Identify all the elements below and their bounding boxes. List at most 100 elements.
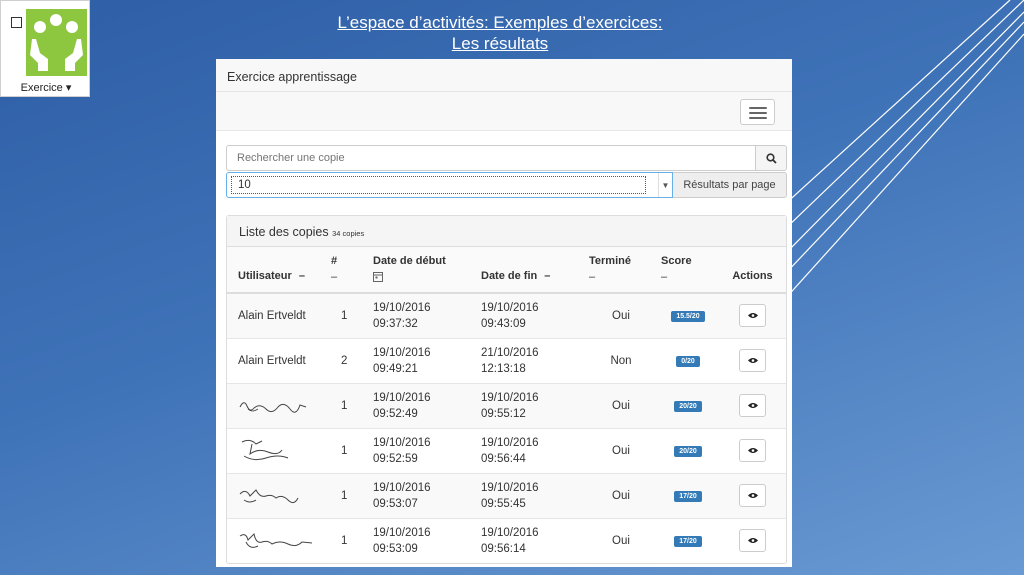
search-button[interactable] [756,145,787,171]
copies-table: Utilisateur – # – Date de début Date de … [227,247,786,563]
cell-num: 1 [327,517,369,563]
app-screenshot-panel: Exercice apprentissage 10 ▼ Résultats pa… [216,59,792,567]
cell-user: Alain Ertveldt [227,337,327,383]
page-size-value: 10 [231,176,646,194]
copies-list-panel: Liste des copies 34 copies Utilisateur –… [226,215,787,564]
hamburger-menu-icon[interactable] [740,99,775,125]
search-group [226,145,787,171]
panel-header: Exercice apprentissage [216,59,792,92]
cell-user: Alain Ertveldt [227,292,327,338]
col-start[interactable]: Date de début [369,247,477,294]
view-button[interactable] [739,394,766,417]
navbar [216,92,792,131]
cell-num: 1 [327,292,369,338]
view-button[interactable] [739,349,766,372]
eye-icon [747,538,758,544]
col-score-sort: – [661,271,668,283]
col-done-label: Terminé [589,255,631,267]
cell-score: 20/20 [657,427,719,473]
col-num-sort: – [331,271,338,283]
cell-end: 19/10/2016 09:56:44 [477,427,585,473]
eye-icon [747,448,758,453]
col-end[interactable]: Date de fin – [477,247,585,294]
cell-actions [719,427,786,473]
score-badge: 20/20 [674,401,702,412]
eye-icon [747,403,758,408]
col-num[interactable]: # – [327,247,369,294]
view-button[interactable] [739,484,766,507]
slide-title: L’espace d’activités: Exemples d’exercic… [290,12,710,54]
cell-end: 19/10/2016 09:43:09 [477,292,585,338]
cell-num: 1 [327,382,369,428]
cell-done: Oui [585,427,657,473]
cell-user [227,472,327,518]
col-user-label: Utilisateur [238,270,292,282]
checkbox[interactable] [11,17,22,28]
cell-done: Oui [585,472,657,518]
cell-done: Oui [585,292,657,338]
col-done[interactable]: Terminé – [585,247,657,294]
exercice-logo-icon [26,9,87,76]
cell-end: 19/10/2016 09:56:14 [477,517,585,563]
decorative-diagonal-lines [784,0,1024,300]
cell-start: 19/10/2016 09:37:32 [369,292,477,338]
cell-done: Non [585,337,657,383]
col-user[interactable]: Utilisateur – [227,247,327,294]
user-signature-image [239,401,307,413]
table-row: 1 19/10/2016 09:52:59 19/10/2016 09:56:44 … [227,427,786,473]
score-badge: 15.5/20 [671,311,705,323]
cell-end: 21/10/2016 12:13:18 [477,337,585,383]
view-button[interactable] [739,304,766,328]
cell-actions [719,292,786,338]
cell-score: 0/20 [657,337,719,383]
cell-actions [719,337,786,383]
table-row: 1 19/10/2016 09:52:49 19/10/2016 09:55:12 … [227,382,786,428]
score-badge: 17/20 [674,536,702,548]
score-badge: 0/20 [676,356,700,367]
col-actions-label: Actions [732,270,773,282]
cell-num: 2 [327,337,369,383]
cell-score: 17/20 [657,517,719,563]
cell-end: 19/10/2016 09:55:45 [477,472,585,518]
cell-score: 20/20 [657,382,719,428]
cell-user [227,382,327,428]
cell-actions [719,382,786,428]
eye-icon [747,493,758,498]
cell-start: 19/10/2016 09:52:49 [369,382,477,428]
view-button[interactable] [739,439,766,462]
col-score-label: Score [661,255,692,267]
copies-count: 34 copies [332,229,365,238]
cell-score: 17/20 [657,472,719,518]
table-row: Alain Ertveldt 2 19/10/2016 09:49:21 21/1… [227,337,786,383]
user-signature-image [241,439,289,460]
col-score[interactable]: Score – [657,247,719,294]
slide-title-line-1: L’espace d’activités: Exemples d’exercic… [337,13,663,32]
col-num-label: # [331,255,338,267]
cell-actions [719,472,786,518]
page-size-select[interactable]: 10 ▼ [226,172,673,198]
cell-start: 19/10/2016 09:49:21 [369,337,477,383]
col-actions: Actions [719,247,786,294]
exercice-menu-label[interactable]: Exercice ▾ [1,81,91,94]
cell-score: 15.5/20 [657,292,719,338]
page-size-addon: Résultats par page [673,172,787,198]
col-user-sort: – [298,270,305,282]
calendar-icon[interactable] [373,271,473,285]
search-input[interactable] [226,145,756,171]
cell-done: Oui [585,382,657,428]
col-end-label: Date de fin [481,270,538,282]
col-start-label: Date de début [373,255,446,267]
cell-end: 19/10/2016 09:55:12 [477,382,585,428]
search-icon [765,152,777,164]
cell-actions [719,517,786,563]
cell-user [227,427,327,473]
slide-title-line-2: Les résultats [451,34,549,53]
cell-done: Oui [585,517,657,563]
content: 10 ▼ Résultats par page Liste des copies… [216,131,792,564]
list-title: Liste des copies [239,225,329,239]
exercice-logo-menu[interactable]: Exercice ▾ [0,0,90,97]
cell-num: 1 [327,472,369,518]
user-signature-image [239,532,313,548]
view-button[interactable] [739,529,766,553]
chevron-down-icon: ▼ [658,173,672,197]
